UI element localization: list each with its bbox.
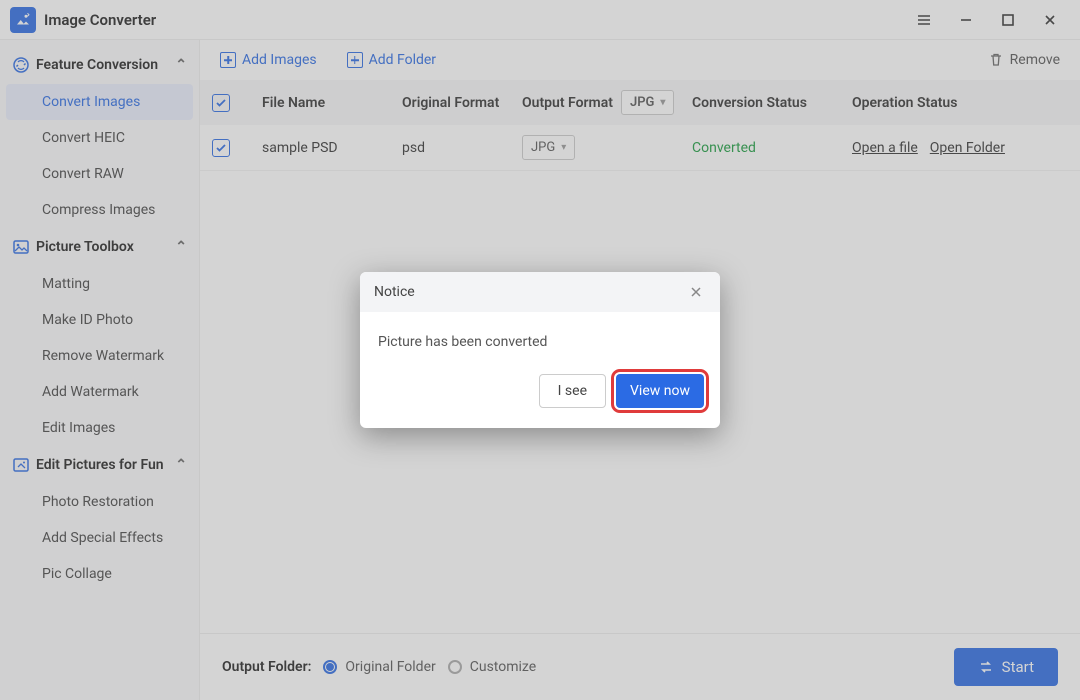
modal-overlay: Notice Picture has been converted I see … — [0, 0, 1080, 700]
i-see-button[interactable]: I see — [539, 374, 606, 408]
dialog-close-button[interactable] — [686, 282, 706, 302]
close-icon — [690, 286, 702, 298]
view-now-button[interactable]: View now — [616, 374, 704, 408]
dialog-message: Picture has been converted — [378, 334, 547, 350]
notice-dialog: Notice Picture has been converted I see … — [360, 272, 720, 428]
dialog-title: Notice — [374, 284, 415, 300]
